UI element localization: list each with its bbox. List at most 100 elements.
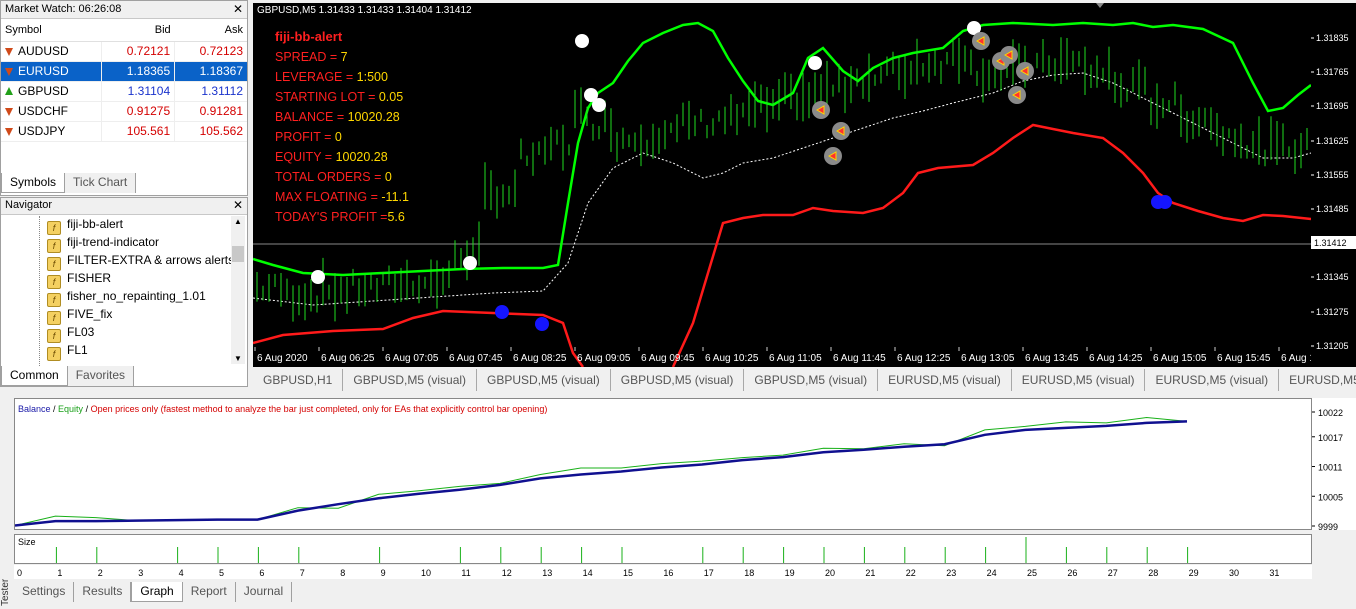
signal-dot (311, 270, 325, 284)
chevron-up-icon[interactable]: ▲ (234, 217, 242, 226)
graph-x-label: 24 (987, 568, 997, 578)
time-label: 6 Aug 11:45 (833, 353, 886, 364)
chart-tab[interactable]: EURUSD,M5 (visual) (878, 369, 1012, 391)
graph-x-label: 11 (461, 568, 470, 578)
price-label: 1.31205 (1316, 341, 1349, 351)
tree-line (39, 216, 40, 366)
close-icon[interactable]: ✕ (233, 198, 243, 212)
graph-y-label: 10022 (1318, 408, 1343, 418)
price-chart[interactable]: 6 Aug 2020 6 Aug 06:25 6 Aug 07:05 6 Aug 07… (253, 3, 1311, 367)
time-label: 6 Aug 09:05 (577, 353, 631, 364)
table-row[interactable]: AUDUSD 0.72121 0.72123 (1, 41, 247, 62)
script-icon: f (47, 221, 61, 235)
tab-journal[interactable]: Journal (236, 582, 293, 602)
time-label: 6 Aug 13:05 (961, 353, 1015, 364)
graph-x-label: 3 (138, 568, 143, 578)
orders-value: 0 (384, 170, 392, 184)
script-icon: f (47, 293, 61, 307)
lot-value: 0.05 (378, 90, 404, 104)
profit-value: 0 (334, 130, 342, 144)
graph-x-label: 13 (542, 568, 552, 578)
arrow-down-icon (5, 108, 13, 116)
graph-x-label: 0 (17, 568, 22, 578)
time-label: 6 Aug 15:05 (1153, 353, 1207, 364)
list-item[interactable]: f FL1 (47, 343, 88, 361)
graph-x-label: 27 (1108, 568, 1118, 578)
graph-y-label: 10005 (1318, 492, 1343, 502)
price-axis: 1.31835 1.31765 1.31695 1.31625 1.31555 1.314… (1311, 3, 1356, 367)
spread-value: 7 (340, 50, 348, 64)
list-item[interactable]: f FISHER (47, 271, 111, 289)
tab-settings[interactable]: Settings (14, 582, 75, 602)
price-label: 1.31695 (1316, 101, 1349, 111)
table-row[interactable]: EURUSD 1.18365 1.18367 (1, 61, 247, 82)
chart-tab[interactable]: EURUSD,M5 (v (1279, 369, 1356, 391)
time-label: 6 Aug 12:25 (897, 353, 951, 364)
tab-favorites[interactable]: Favorites (68, 366, 135, 386)
equity-line (14, 416, 1188, 526)
navigator-tabs: Common Favorites (1, 366, 135, 386)
graph-x-label: 1 (57, 568, 62, 578)
chart-tab[interactable]: EURUSD,M5 (visual) (1145, 369, 1280, 391)
price-label: 1.31835 (1316, 33, 1349, 43)
price-label: 1.31345 (1316, 272, 1349, 282)
time-label: 6 Aug 08:25 (513, 353, 567, 364)
graph-x-label: 10 (421, 568, 431, 578)
price-chart-canvas: 6 Aug 2020 6 Aug 06:25 6 Aug 07:05 6 Aug 07… (253, 3, 1311, 367)
list-item[interactable]: f FILTER-EXTRA & arrows alerts n (47, 253, 244, 271)
chart-tab[interactable]: GBPUSD,M5 (visual) (477, 369, 611, 391)
graph-x-label: 16 (663, 568, 673, 578)
time-label: 6 Aug 09:45 (641, 353, 695, 364)
tab-report[interactable]: Report (183, 582, 236, 602)
price-label: 1.31485 (1316, 204, 1349, 214)
time-label: 6 Aug 07:45 (449, 353, 503, 364)
graph-x-label: 2 (98, 568, 103, 578)
market-watch-panel: Market Watch: 06:26:08 ✕ Symbol Bid Ask … (0, 0, 248, 196)
tab-symbols[interactable]: Symbols (1, 173, 66, 193)
graph-y-label: 10011 (1318, 463, 1342, 473)
table-row[interactable]: USDCHF 0.91275 0.91281 (1, 101, 247, 122)
graph-x-label: 31 (1269, 568, 1279, 578)
chart-tab[interactable]: EURUSD,M5 (visual) (1012, 369, 1146, 391)
signal-dot (463, 256, 477, 270)
time-label: 6 Aug 16:25 (1281, 353, 1311, 364)
signal-dot (535, 317, 549, 331)
price-label: 1.31275 (1316, 307, 1349, 317)
price-label: 1.31412 (1314, 238, 1347, 248)
time-label: 6 Aug 07:05 (385, 353, 439, 364)
chevron-down-icon[interactable]: ▼ (234, 354, 242, 363)
list-item[interactable]: f fiji-trend-indicator (47, 235, 159, 253)
col-symbol[interactable]: Symbol (1, 19, 102, 42)
col-ask[interactable]: Ask (174, 19, 247, 42)
chart-tab[interactable]: GBPUSD,M5 (visual) (611, 369, 745, 391)
col-bid[interactable]: Bid (101, 19, 175, 42)
navigator-panel: Navigator ✕ f fiji-bb-alert f fiji-trend-i… (0, 197, 248, 387)
size-graph-canvas (55, 537, 1189, 563)
table-row[interactable]: USDJPY 105.561 105.562 (1, 121, 247, 142)
scrollbar-thumb[interactable] (232, 246, 244, 262)
tab-graph[interactable]: Graph (131, 582, 183, 602)
tab-tick-chart[interactable]: Tick Chart (65, 173, 137, 193)
list-item[interactable]: f fiji-bb-alert (47, 217, 123, 235)
graph-x-label: 20 (825, 568, 835, 578)
chart-tab[interactable]: GBPUSD,H1 (253, 369, 344, 391)
list-item[interactable]: f FIVE_fix (47, 307, 112, 325)
graph-x-axis-canvas: 0 1 2 3 4 5 6 7 8 9 10 11 12 13 14 15 16 17 18 19 20 21 22 23 24… (17, 568, 1279, 578)
time-label: 6 Aug 14:25 (1089, 353, 1143, 364)
middle-band-line (253, 72, 1311, 306)
chart-tab[interactable]: GBPUSD,M5 (visual) (744, 369, 879, 391)
tab-common[interactable]: Common (1, 366, 68, 386)
graph-x-label: 8 (340, 568, 345, 578)
list-item[interactable]: f fisher_no_repainting_1.01 (47, 289, 206, 307)
balance-line (14, 420, 1188, 527)
scrollbar[interactable]: ▲ ▼ (231, 216, 245, 364)
list-item[interactable]: f FL03 (47, 325, 94, 343)
market-watch-tabs: Symbols Tick Chart (1, 173, 137, 193)
tab-results[interactable]: Results (74, 582, 132, 602)
table-row[interactable]: GBPUSD 1.31104 1.31112 (1, 81, 247, 102)
arrow-down-icon (5, 128, 13, 136)
graph-x-label: 28 (1148, 568, 1158, 578)
chart-tab[interactable]: GBPUSD,M5 (visual) (343, 369, 478, 391)
time-label: 6 Aug 10:25 (705, 353, 759, 364)
close-icon[interactable]: ✕ (233, 2, 243, 16)
